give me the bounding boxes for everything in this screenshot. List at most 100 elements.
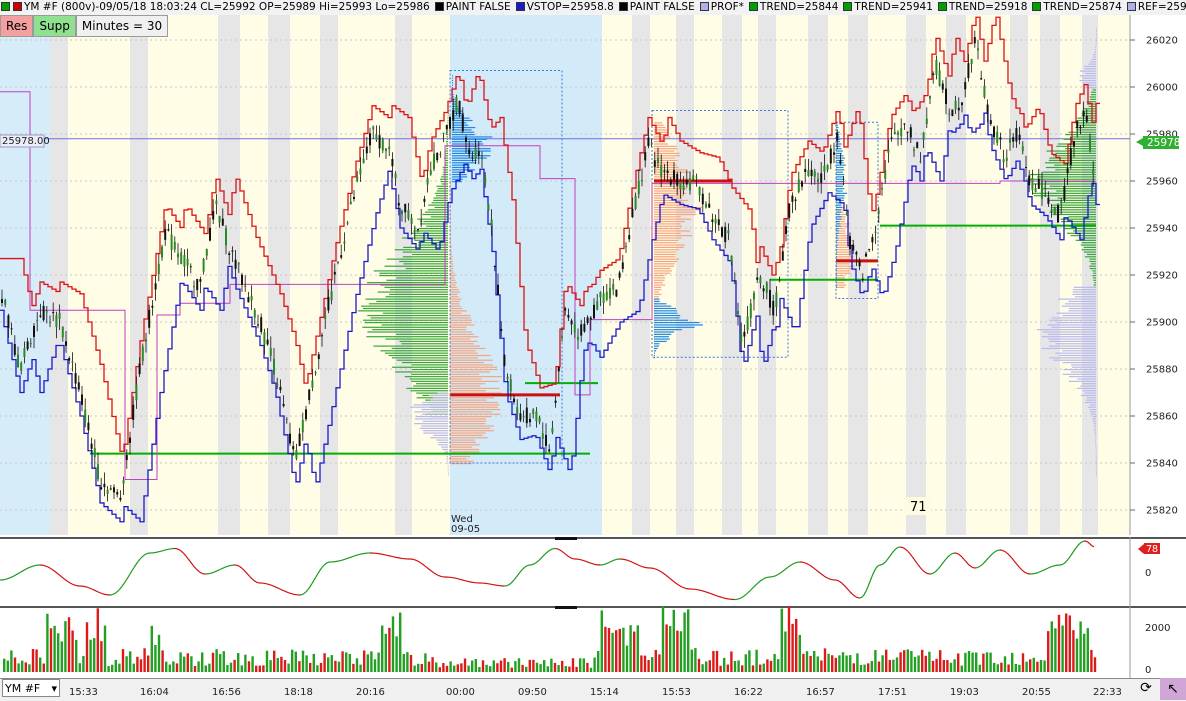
support-button[interactable]: Supp [33, 15, 75, 37]
volume-bar [446, 666, 448, 672]
volume-bar [586, 663, 588, 672]
profile-row [379, 275, 448, 276]
oscillator-segment [440, 576, 442, 577]
candle-body [887, 149, 889, 153]
candle-body [807, 170, 809, 176]
volume-bar [759, 665, 761, 672]
profile-row [836, 270, 850, 271]
profile-row [389, 355, 448, 356]
profile-row [396, 334, 448, 335]
profile-row [361, 306, 448, 307]
candle-body [983, 86, 985, 97]
profile-row [1063, 362, 1096, 363]
oscillator-segment [462, 580, 464, 581]
volume-bar [921, 650, 923, 672]
price-tick-label: 25920 [1146, 271, 1178, 282]
oscillator-segment [878, 565, 880, 566]
volume-bar [1000, 663, 1002, 672]
volume-bar [712, 651, 714, 672]
profile-row [1092, 270, 1096, 271]
volume-bar [907, 649, 909, 672]
candle-body [404, 204, 406, 212]
profile-row [414, 235, 448, 236]
profile-row [654, 249, 679, 250]
oscillator-segment [738, 598, 740, 599]
profile-row [1090, 61, 1096, 62]
symbol-select[interactable]: YM #F▾ [2, 679, 60, 697]
profile-row [654, 242, 676, 243]
candle-body [907, 132, 909, 133]
volume-bar [100, 641, 102, 672]
candle-body [23, 348, 25, 357]
profile-row [654, 289, 661, 290]
oscillator-segment [794, 563, 796, 564]
profile-row [436, 186, 448, 187]
profile-row [1052, 317, 1096, 318]
resistance-button[interactable]: Res [0, 15, 33, 37]
profile-row [363, 308, 448, 309]
profile-row [836, 188, 844, 189]
candle-body [91, 444, 93, 449]
oscillator-segment [344, 559, 346, 560]
candle-body [36, 320, 38, 321]
oscillator-segment [722, 597, 724, 598]
volume-bar [1022, 653, 1024, 672]
volume-bar [496, 663, 498, 672]
candle-body [817, 179, 819, 182]
profile-row [1084, 108, 1096, 109]
volume-bar [291, 650, 293, 672]
volume-pane[interactable]: 2000 0 [0, 606, 1186, 678]
candle-body [839, 160, 841, 163]
profile-row [450, 461, 473, 462]
profile-row [836, 287, 844, 288]
candle-body [171, 235, 173, 250]
profile-row [420, 428, 448, 429]
oscillator-segment [642, 567, 644, 568]
volume-bar [601, 610, 603, 672]
sync-icon[interactable]: ⟳ [1135, 680, 1157, 698]
volume-bar [320, 663, 322, 672]
candle-body [686, 180, 688, 185]
profile-row [450, 287, 457, 288]
profile-row [654, 237, 682, 238]
candle-body [1060, 201, 1062, 204]
oscillator-segment [96, 591, 98, 592]
profile-row [442, 449, 448, 450]
cursor-tool-icon[interactable]: ↖ [1160, 678, 1186, 700]
price-chart[interactable]: 2602026000259802596025940259202590025880… [0, 15, 1186, 535]
volume-bar [979, 665, 981, 672]
session-background [0, 15, 1186, 535]
oscillator-segment [100, 593, 102, 594]
volume-bar [248, 661, 250, 672]
profile-row [1092, 275, 1096, 276]
profile-row [412, 233, 448, 234]
volume-bar [28, 664, 30, 672]
oscillator-pane[interactable]: 78 0 [0, 537, 1186, 606]
profile-row [1082, 383, 1096, 384]
profile-row [654, 235, 692, 236]
candle-body [759, 277, 761, 283]
candle-body [231, 251, 233, 252]
volume-bar [287, 664, 289, 672]
candle-body [206, 249, 208, 256]
candle-body [1028, 175, 1030, 185]
profile-row [450, 324, 474, 325]
profile-row [372, 329, 448, 330]
candle-body [689, 178, 691, 190]
profile-row [450, 458, 466, 459]
profile-row [450, 418, 486, 419]
profile-row [450, 212, 451, 213]
volume-bar [817, 656, 819, 672]
profile-row [412, 254, 448, 255]
pane-splitter-handle[interactable] [555, 537, 577, 540]
candle-body [564, 308, 566, 310]
profile-row [450, 336, 478, 337]
timeframe-button[interactable]: Minutes = 30 [76, 15, 168, 37]
pane-splitter-handle[interactable] [555, 606, 577, 609]
profile-row [654, 313, 677, 314]
profile-row [450, 350, 476, 351]
profile-row [836, 195, 845, 196]
oscillator-segment [1038, 572, 1040, 573]
indicator-color-icon [843, 2, 852, 11]
volume-bar [943, 660, 945, 672]
